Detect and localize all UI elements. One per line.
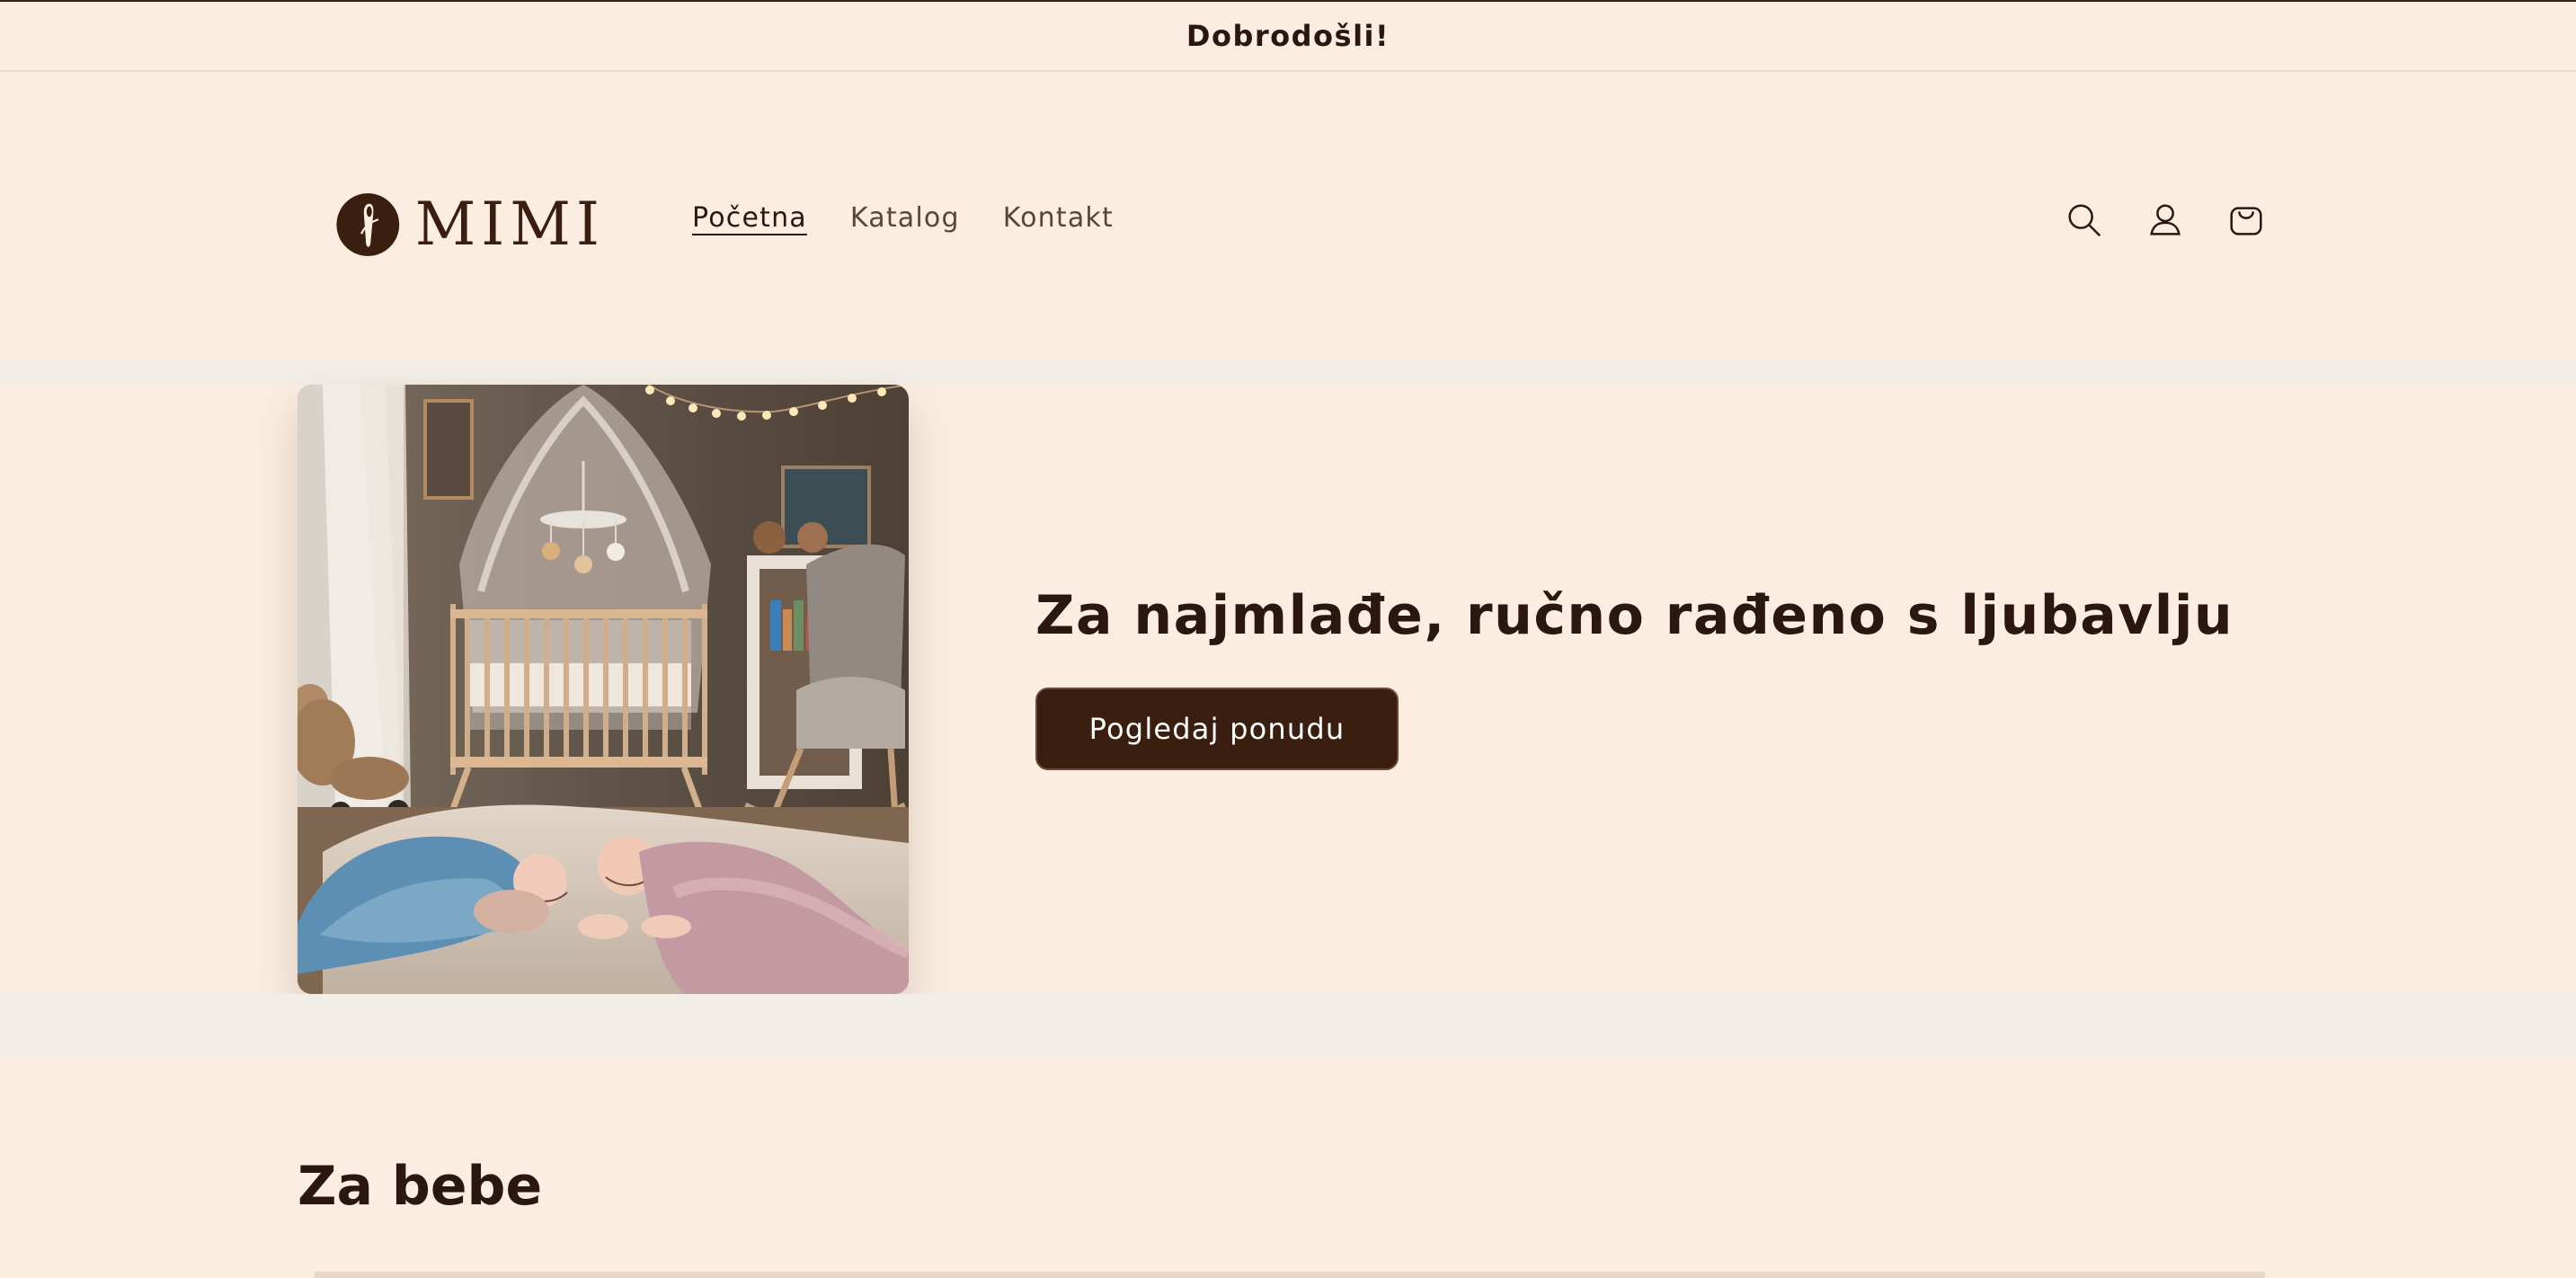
- hero-title: Za najmlađe, ručno rađeno s ljubavlju: [1035, 584, 2234, 647]
- nursery-babies-image: [298, 385, 909, 994]
- section-divider-band: [0, 994, 2576, 1059]
- nav-item-katalog[interactable]: Katalog: [850, 202, 960, 234]
- search-icon[interactable]: [2064, 200, 2105, 241]
- section-title: Za bebe: [298, 1155, 543, 1218]
- product-preview-edge: [315, 1272, 2265, 1278]
- header-actions: [2064, 200, 2267, 241]
- main-navigation: Početna Katalog Kontakt: [692, 202, 1114, 234]
- announcement-text: Dobrodošli!: [1186, 19, 1390, 53]
- cart-icon[interactable]: [2225, 200, 2267, 241]
- brand-name: MIMI: [414, 190, 605, 259]
- user-icon: [2150, 204, 2181, 235]
- view-offer-button[interactable]: Pogledaj ponudu: [1035, 688, 1399, 770]
- nav-item-pocetna[interactable]: Početna: [692, 202, 807, 234]
- hero-image: [298, 385, 909, 994]
- top-gap-band: [0, 359, 2576, 385]
- announcement-bar: Dobrodošli!: [0, 2, 2576, 72]
- search-icon: [2068, 204, 2101, 237]
- user-icon[interactable]: [2145, 200, 2186, 241]
- nav-item-kontakt[interactable]: Kontakt: [1003, 202, 1114, 234]
- cart-icon: [2230, 207, 2262, 235]
- brand-logo[interactable]: MIMI: [335, 175, 605, 274]
- needle-logo-icon: [336, 193, 400, 256]
